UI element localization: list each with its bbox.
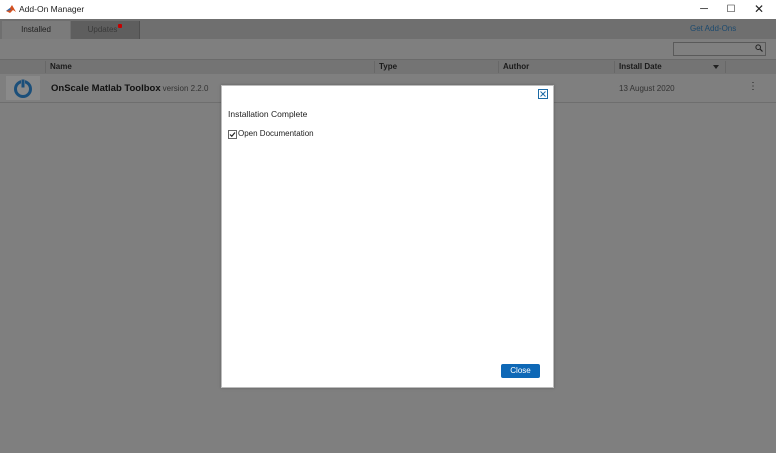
row-options-menu-icon[interactable]: ⋮ (748, 81, 758, 92)
dialog-heading: Installation Complete (228, 109, 308, 119)
close-button[interactable]: Close (501, 364, 540, 378)
add-on-manager-window: Add-On Manager ─ ☐ ✕ Installed Updates G… (0, 0, 776, 453)
column-header-type[interactable]: Type (374, 61, 489, 73)
tab-updates-label: Updates (87, 25, 118, 34)
tab-installed-label: Installed (21, 25, 51, 34)
tab-updates[interactable]: Updates (71, 21, 140, 39)
onscale-power-icon (14, 79, 32, 98)
search-input[interactable] (673, 42, 766, 56)
window-title: Add-On Manager (19, 4, 85, 14)
minimize-button[interactable]: ─ (690, 0, 718, 19)
close-window-button[interactable]: ✕ (745, 0, 773, 19)
addon-version: version 2.2.0 (162, 84, 209, 93)
tab-installed[interactable]: Installed (2, 21, 70, 39)
updates-badge (118, 24, 123, 28)
tab-bar: Installed Updates Get Add-Ons (0, 19, 776, 39)
column-header-name[interactable]: Name (45, 61, 370, 73)
maximize-button[interactable]: ☐ (717, 0, 745, 19)
addon-name: OnScale Matlab Toolbox version 2.2.0 (51, 83, 208, 94)
search-icon (755, 44, 763, 52)
sort-descending-icon[interactable] (713, 65, 719, 69)
title-bar: Add-On Manager ─ ☐ ✕ (0, 0, 776, 20)
installation-complete-dialog: Installation Complete Open Documentation… (221, 85, 554, 388)
open-documentation-label[interactable]: Open Documentation (238, 129, 314, 138)
column-header-author[interactable]: Author (498, 61, 613, 73)
column-header-install-date[interactable]: Install Date (614, 61, 729, 73)
addon-name-text: OnScale Matlab Toolbox (51, 83, 161, 94)
addon-thumbnail (6, 76, 40, 100)
dialog-close-icon[interactable] (538, 89, 548, 99)
open-documentation-checkbox[interactable] (228, 130, 237, 139)
column-header-more (725, 61, 776, 73)
addon-install-date: 13 August 2020 (619, 84, 675, 93)
get-addons-link[interactable]: Get Add-Ons (690, 24, 736, 33)
checkmark-icon (229, 132, 236, 138)
table-header: Name Type Author Install Date (0, 59, 776, 75)
matlab-logo-icon (6, 5, 16, 13)
